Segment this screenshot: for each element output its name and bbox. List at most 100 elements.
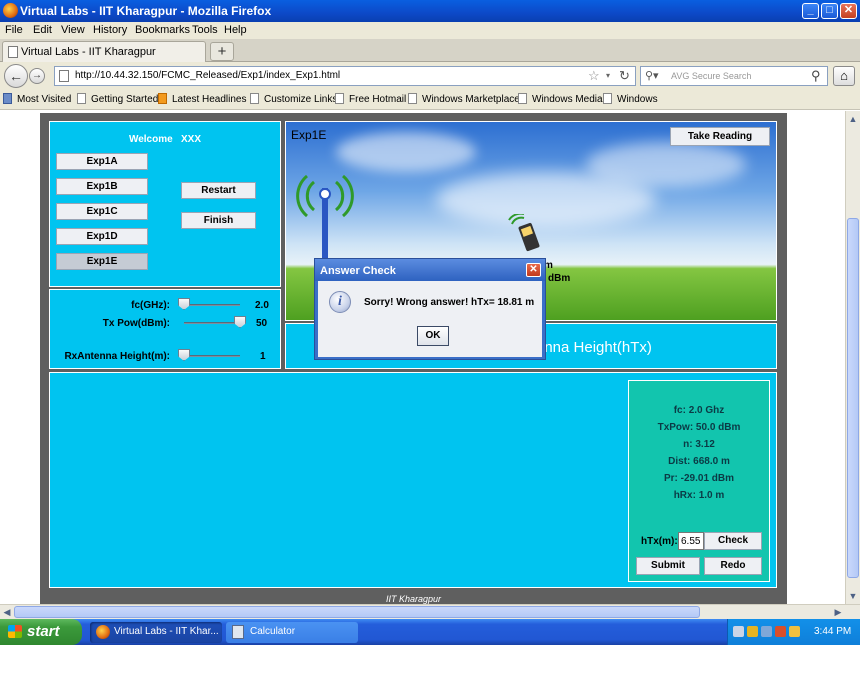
search-icon[interactable]: ⚲ xyxy=(811,68,821,84)
bookmark-most-visited[interactable]: Most Visited xyxy=(3,93,71,105)
star-icon[interactable]: ☆ xyxy=(588,68,600,84)
menu-tools[interactable]: Tools xyxy=(192,24,218,36)
tray-icon[interactable] xyxy=(761,626,772,637)
vertical-scrollbar[interactable]: ▲ ▼ xyxy=(845,111,860,604)
check-button[interactable]: Check xyxy=(704,532,762,550)
bookmarks-bar: Most Visited Getting Started Latest Head… xyxy=(0,90,860,110)
tower-icon xyxy=(296,174,354,264)
firefox-icon xyxy=(3,3,18,18)
finish-button[interactable]: Finish xyxy=(181,212,256,229)
start-button[interactable]: start xyxy=(0,619,82,645)
bookmark-latest-headlines[interactable]: Latest Headlines xyxy=(158,93,247,105)
dialog-close-button[interactable]: ✕ xyxy=(526,263,541,277)
fc-value: 2.0 xyxy=(255,300,269,311)
bookmark-windows-media[interactable]: Windows Media xyxy=(518,93,603,105)
home-button[interactable]: ⌂ xyxy=(833,66,855,86)
scene-power-unit: dBm xyxy=(548,273,571,284)
close-window-button[interactable]: ✕ xyxy=(840,3,857,19)
search-placeholder: AVG Secure Search xyxy=(671,71,752,81)
scroll-down-icon[interactable]: ▼ xyxy=(846,589,860,603)
exp1e-button[interactable]: Exp1E xyxy=(56,253,148,270)
dialog-title: Answer Check xyxy=(320,265,396,277)
scroll-right-icon[interactable]: ▶ xyxy=(831,605,845,619)
reload-icon[interactable]: ↻ xyxy=(619,68,630,84)
menu-bookmarks[interactable]: Bookmarks xyxy=(135,24,190,36)
maximize-button[interactable]: □ xyxy=(821,3,838,19)
submit-button[interactable]: Submit xyxy=(636,557,700,575)
tray-icon[interactable] xyxy=(789,626,800,637)
address-bar[interactable]: http://10.44.32.150/FCMC_Released/Exp1/i… xyxy=(54,66,636,86)
ok-button[interactable]: OK xyxy=(417,326,449,346)
tray-icon[interactable] xyxy=(747,626,758,637)
phone-icon xyxy=(508,214,540,252)
tray-icon[interactable] xyxy=(733,626,744,637)
window-titlebar: Virtual Labs - IIT Kharagpur - Mozilla F… xyxy=(0,0,860,22)
menu-help[interactable]: Help xyxy=(224,24,247,36)
menu-bar: File Edit View History Bookmarks Tools H… xyxy=(0,22,860,39)
horizontal-scrollbar[interactable]: ◀ ▶ xyxy=(0,604,860,619)
task-firefox[interactable]: Virtual Labs - IIT Khar... xyxy=(90,622,222,643)
dialog-message: Sorry! Wrong answer! hTx= 18.81 m xyxy=(364,297,535,308)
forward-button[interactable]: → xyxy=(29,68,45,84)
horizontal-scroll-thumb[interactable] xyxy=(14,606,700,618)
exp1c-button[interactable]: Exp1C xyxy=(56,203,148,220)
search-box[interactable]: ⚲▾ AVG Secure Search ⚲ xyxy=(640,66,828,86)
txpow-slider-track[interactable] xyxy=(184,322,240,324)
exp1a-button[interactable]: Exp1A xyxy=(56,153,148,170)
tray-icon[interactable] xyxy=(775,626,786,637)
fc-label: fc(GHz): xyxy=(131,300,170,311)
rx-height-slider-knob[interactable] xyxy=(178,349,190,361)
htx-label: hTx(m): xyxy=(641,536,678,547)
task-calculator[interactable]: Calculator xyxy=(226,622,358,643)
bookmark-customize-links[interactable]: Customize Links xyxy=(250,93,337,105)
search-engine-icon[interactable]: ⚲▾ xyxy=(645,69,659,82)
dialog-body: i Sorry! Wrong answer! hTx= 18.81 m OK xyxy=(318,281,542,357)
results-panel: fc: 2.0 Ghz TxPow: 50.0 dBm n: 3.12 Dist… xyxy=(628,380,770,582)
new-tab-button[interactable]: + xyxy=(210,42,234,61)
menu-file[interactable]: File xyxy=(5,24,23,36)
dropdown-icon[interactable]: ▾ xyxy=(606,71,610,80)
htx-input[interactable] xyxy=(678,532,704,550)
bookmark-getting-started[interactable]: Getting Started xyxy=(77,93,158,105)
menu-view[interactable]: View xyxy=(61,24,85,36)
firefox-icon xyxy=(96,625,110,639)
rx-height-value: 1 xyxy=(260,351,266,362)
dialog-titlebar: Answer Check ✕ xyxy=(315,259,545,281)
result-n: n: 3.12 xyxy=(683,439,715,450)
back-button[interactable]: ← xyxy=(4,64,28,88)
page-icon xyxy=(8,46,18,58)
scroll-up-icon[interactable]: ▲ xyxy=(846,112,860,126)
result-txpow: TxPow: 50.0 dBm xyxy=(657,422,741,433)
result-dist: Dist: 668.0 m xyxy=(668,456,730,467)
fc-slider-track[interactable] xyxy=(184,304,240,306)
taskbar: start Virtual Labs - IIT Khar... Calcula… xyxy=(0,619,860,645)
bookmark-windows-marketplace[interactable]: Windows Marketplace xyxy=(408,93,520,105)
minimize-button[interactable]: _ xyxy=(802,3,819,19)
rx-height-label: RxAntenna Height(m): xyxy=(64,351,170,362)
result-fc: fc: 2.0 Ghz xyxy=(673,405,725,416)
rx-height-slider-track[interactable] xyxy=(184,355,240,357)
bookmark-windows[interactable]: Windows xyxy=(603,93,658,105)
restart-button[interactable]: Restart xyxy=(181,182,256,199)
tab-virtual-labs[interactable]: Virtual Labs - IIT Kharagpur xyxy=(2,41,206,62)
system-tray: 3:44 PM xyxy=(727,619,860,645)
exp1d-button[interactable]: Exp1D xyxy=(56,228,148,245)
take-reading-button[interactable]: Take Reading xyxy=(670,127,770,146)
workspace-panel: fc: 2.0 Ghz TxPow: 50.0 dBm n: 3.12 Dist… xyxy=(49,372,777,588)
navigation-bar: ← → http://10.44.32.150/FCMC_Released/Ex… xyxy=(0,62,860,90)
cloud xyxy=(336,132,476,172)
redo-button[interactable]: Redo xyxy=(704,557,762,575)
vertical-scroll-thumb[interactable] xyxy=(847,218,859,578)
tab-bar: Virtual Labs - IIT Kharagpur + xyxy=(0,39,860,62)
result-pr: Pr: -29.01 dBm xyxy=(663,473,735,484)
answer-check-dialog: Answer Check ✕ i Sorry! Wrong answer! hT… xyxy=(314,258,546,360)
menu-edit[interactable]: Edit xyxy=(33,24,52,36)
menu-history[interactable]: History xyxy=(93,24,127,36)
txpow-slider-knob[interactable] xyxy=(234,316,246,328)
txpow-label: Tx Pow(dBm): xyxy=(102,318,170,329)
fc-slider-knob[interactable] xyxy=(178,298,190,310)
result-hrx: hRx: 1.0 m xyxy=(673,490,725,501)
exp1b-button[interactable]: Exp1B xyxy=(56,178,148,195)
bookmark-free-hotmail[interactable]: Free Hotmail xyxy=(335,93,406,105)
scroll-left-icon[interactable]: ◀ xyxy=(0,605,14,619)
